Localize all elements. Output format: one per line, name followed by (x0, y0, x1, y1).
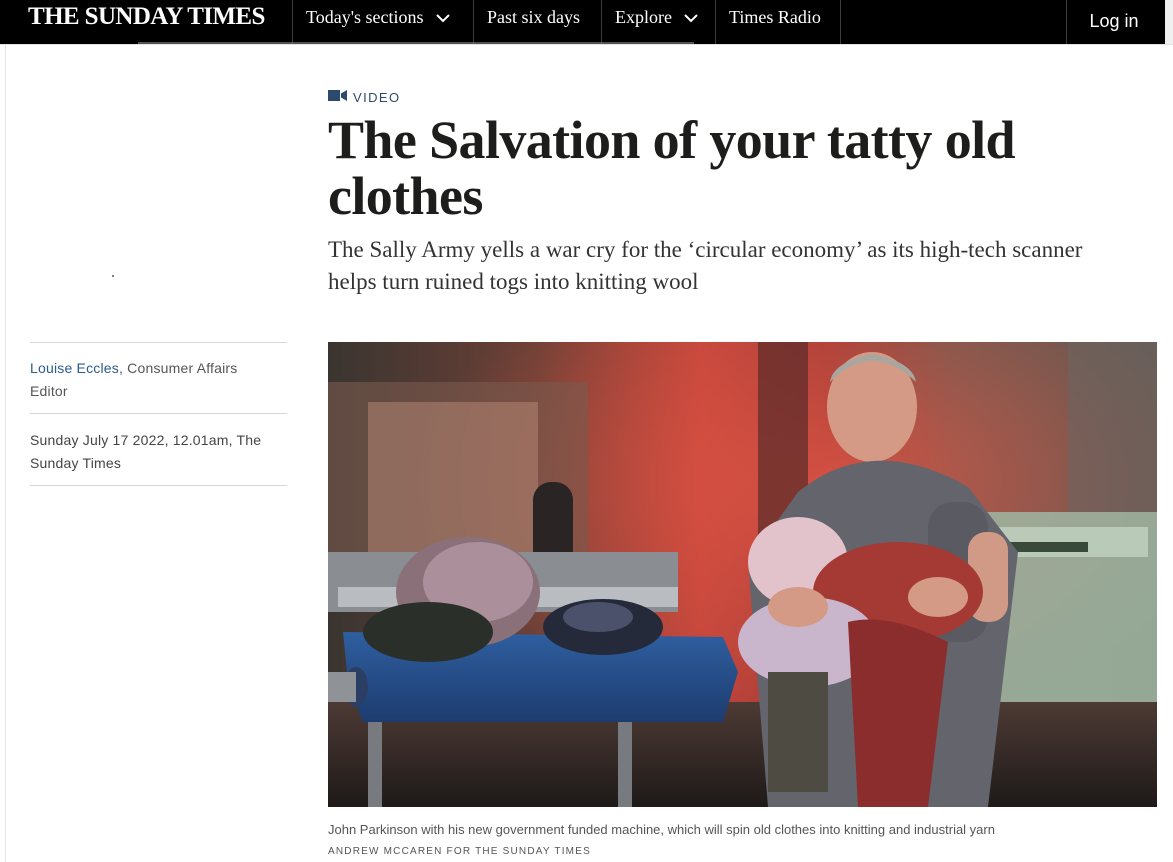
video-camera-icon (328, 88, 347, 106)
chevron-down-icon (436, 0, 450, 34)
nav-item-label: Explore (615, 7, 672, 27)
kicker-label: VIDEO (353, 89, 401, 105)
top-navigation-bar: THE SUNDAY TIMES Today's sections Past s… (0, 0, 1173, 44)
chevron-down-icon (684, 0, 699, 34)
nav-divider (601, 0, 602, 44)
nav-divider (840, 0, 841, 44)
nav-item-explore[interactable]: Explore (603, 0, 710, 44)
article-standfirst: The Sally Army yells a war cry for the ‘… (328, 237, 1083, 294)
nav-item-times-radio[interactable]: Times Radio (717, 0, 833, 44)
article-hero-photo[interactable] (328, 342, 1157, 807)
byline-divider (30, 413, 287, 414)
page-edge (5, 44, 6, 862)
masthead-logo[interactable]: THE SUNDAY TIMES (28, 3, 265, 31)
dateline-divider (30, 485, 287, 486)
byline-divider (30, 342, 287, 343)
login-button[interactable]: Log in (1067, 0, 1161, 44)
nav-item-label: Past six days (487, 7, 581, 27)
nav-divider (715, 0, 716, 44)
byline: Louise Eccles, Consumer Affairs Editor (30, 357, 270, 403)
article-headline: The Salvation of your tatty old clothes (328, 110, 1016, 226)
nav-item-label: Today's sections (306, 7, 424, 27)
article-kicker: VIDEO (328, 88, 400, 106)
nav-item-past-six-days[interactable]: Past six days (475, 0, 592, 44)
nav-item-label: Times Radio (729, 7, 821, 27)
photo-caption: John Parkinson with his new government f… (328, 822, 995, 837)
nav-divider (473, 0, 474, 44)
photo-credit: ANDREW MCCAREN FOR THE SUNDAY TIMES (328, 846, 591, 857)
nav-divider (292, 0, 293, 44)
stray-dot (112, 275, 114, 277)
dateline: Sunday July 17 2022, 12.01am, The Sunday… (30, 432, 262, 471)
divider (0, 44, 1173, 45)
nav-item-todays-sections[interactable]: Today's sections (294, 0, 462, 44)
author-link[interactable]: Louise Eccles (30, 360, 119, 376)
scrollbar[interactable] (1165, 0, 1173, 44)
